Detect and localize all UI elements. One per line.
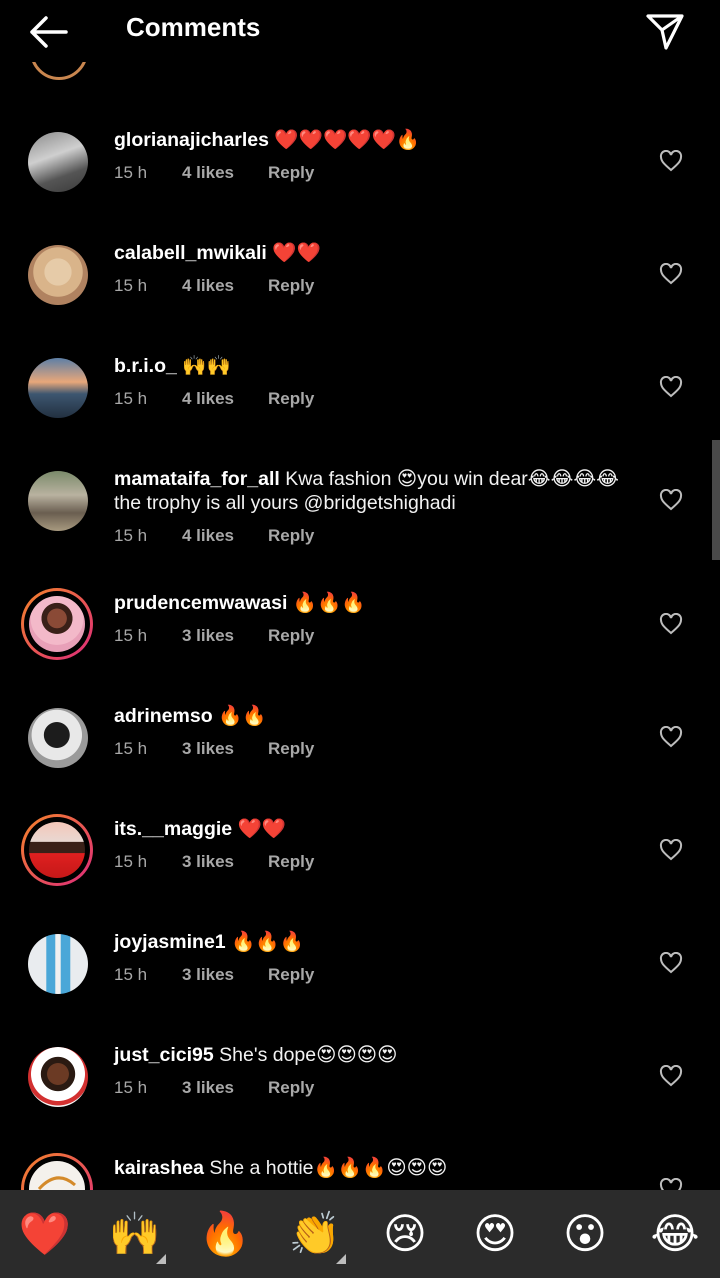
comment-text: adrinemso 🔥🔥	[114, 704, 644, 728]
timestamp: 15 h	[114, 965, 148, 984]
clipped-avatar	[30, 62, 86, 90]
comment-meta: 15 h 3 likes Reply	[114, 964, 314, 986]
reply-button[interactable]: Reply	[268, 964, 314, 986]
avatar[interactable]	[24, 241, 92, 309]
reply-button[interactable]: Reply	[268, 525, 314, 547]
likes-count[interactable]: 3 likes	[182, 851, 268, 873]
username[interactable]: kairashea	[114, 1157, 204, 1179]
like-heart-icon[interactable]	[659, 838, 683, 861]
comment-body: She a hottie🔥🔥🔥😍😍😍	[204, 1157, 448, 1179]
comment-text: kairashea She a hottie🔥🔥🔥😍😍😍	[114, 1156, 644, 1180]
like-heart-icon[interactable]	[659, 612, 683, 635]
timestamp: 15 h	[114, 163, 148, 182]
like-heart-icon[interactable]	[659, 262, 683, 285]
comment-meta: 15 h 4 likes Reply	[114, 162, 314, 184]
comment-body: She's dope😍😍😍😍	[213, 1044, 398, 1066]
comment-body: ❤️❤️	[266, 242, 321, 264]
avatar[interactable]	[24, 704, 92, 772]
username[interactable]: b.r.i.o_	[114, 355, 177, 377]
username[interactable]: joyjasmine1	[114, 931, 226, 953]
comment-text: prudencemwawasi 🔥🔥🔥	[114, 591, 644, 615]
timestamp: 15 h	[114, 626, 148, 645]
comment-meta: 15 h 3 likes Reply	[114, 738, 314, 760]
comment-body: 🔥🔥🔥	[225, 931, 304, 953]
avatar[interactable]	[24, 354, 92, 422]
username[interactable]: prudencemwawasi	[114, 592, 287, 614]
comment-text: its.__maggie ❤️❤️	[114, 817, 644, 841]
timestamp: 15 h	[114, 276, 148, 295]
timestamp: 15 h	[114, 389, 148, 408]
emoji-heart-eyes-button[interactable]: 😍	[465, 1206, 525, 1262]
emoji-surprised-button[interactable]: 😮	[555, 1206, 615, 1262]
username[interactable]: mamataifa_for_all	[114, 468, 280, 490]
like-heart-icon[interactable]	[659, 149, 683, 172]
skin-tone-indicator-icon	[336, 1254, 346, 1264]
like-heart-icon[interactable]	[659, 1064, 683, 1087]
avatar[interactable]	[24, 128, 92, 196]
emoji-laughing-button[interactable]: 😂	[645, 1206, 705, 1262]
comment-text: glorianajicharles ❤️❤️❤️❤️❤️🔥	[114, 128, 644, 152]
comment-body: ❤️❤️❤️❤️❤️🔥	[268, 129, 421, 151]
emoji-fire-button[interactable]: 🔥	[195, 1206, 255, 1262]
timestamp: 15 h	[114, 739, 148, 758]
comment-text: joyjasmine1 🔥🔥🔥	[114, 930, 644, 954]
like-heart-icon[interactable]	[659, 725, 683, 748]
username[interactable]: just_cici95	[114, 1044, 214, 1066]
top-bar: Comments	[0, 0, 720, 62]
reply-button[interactable]: Reply	[268, 388, 314, 410]
likes-count[interactable]: 3 likes	[182, 1077, 268, 1099]
reply-button[interactable]: Reply	[268, 275, 314, 297]
reply-button[interactable]: Reply	[268, 162, 314, 184]
likes-count[interactable]: 4 likes	[182, 275, 268, 297]
comment-body: 🙌🙌	[176, 355, 231, 377]
likes-count[interactable]: 4 likes	[182, 162, 268, 184]
comment-meta: 15 h 3 likes Reply	[114, 625, 314, 647]
reply-button[interactable]: Reply	[268, 851, 314, 873]
emoji-crying-button[interactable]: 😢	[375, 1206, 435, 1262]
scrollbar[interactable]	[712, 440, 720, 560]
timestamp: 15 h	[114, 526, 148, 545]
send-icon[interactable]	[644, 10, 686, 52]
emoji-heart-button[interactable]: ❤️	[15, 1206, 75, 1262]
timestamp: 15 h	[114, 1078, 148, 1097]
avatar[interactable]	[24, 930, 92, 998]
username[interactable]: calabell_mwikali	[114, 242, 267, 264]
comment-text: b.r.i.o_ 🙌🙌	[114, 354, 644, 378]
comment-meta: 15 h 4 likes Reply	[114, 275, 314, 297]
like-heart-icon[interactable]	[659, 488, 683, 511]
username[interactable]: adrinemso	[114, 705, 213, 727]
skin-tone-indicator-icon	[156, 1254, 166, 1264]
comment-body: ❤️❤️	[232, 818, 287, 840]
username[interactable]: glorianajicharles	[114, 129, 269, 151]
comment-text: calabell_mwikali ❤️❤️	[114, 241, 644, 265]
reply-button[interactable]: Reply	[268, 1077, 314, 1099]
likes-count[interactable]: 3 likes	[182, 738, 268, 760]
avatar[interactable]	[21, 814, 93, 886]
comment-body: 🔥🔥	[212, 705, 267, 727]
emoji-reaction-bar: ❤️ 🙌 🔥 👏 😢 😍 😮 😂	[0, 1190, 720, 1278]
comment-meta: 15 h 4 likes Reply	[114, 525, 314, 547]
reply-button[interactable]: Reply	[268, 738, 314, 760]
likes-count[interactable]: 3 likes	[182, 625, 268, 647]
avatar[interactable]	[24, 1043, 92, 1111]
timestamp: 15 h	[114, 852, 148, 871]
comment-meta: 15 h 3 likes Reply	[114, 851, 314, 873]
comment-meta: 15 h 4 likes Reply	[114, 388, 314, 410]
comment-text: just_cici95 She's dope😍😍😍😍	[114, 1043, 644, 1067]
like-heart-icon[interactable]	[659, 375, 683, 398]
comment-meta: 15 h 3 likes Reply	[114, 1077, 314, 1099]
likes-count[interactable]: 4 likes	[182, 525, 268, 547]
page-title: Comments	[126, 12, 261, 42]
likes-count[interactable]: 4 likes	[182, 388, 268, 410]
reply-button[interactable]: Reply	[268, 625, 314, 647]
back-arrow-icon[interactable]	[26, 12, 70, 52]
avatar[interactable]	[24, 467, 92, 535]
comment-text: mamataifa_for_all Kwa fashion 😍you win d…	[114, 467, 644, 515]
comment-body: 🔥🔥🔥	[287, 592, 366, 614]
likes-count[interactable]: 3 likes	[182, 964, 268, 986]
like-heart-icon[interactable]	[659, 951, 683, 974]
username[interactable]: its.__maggie	[114, 818, 232, 840]
avatar[interactable]	[21, 588, 93, 660]
